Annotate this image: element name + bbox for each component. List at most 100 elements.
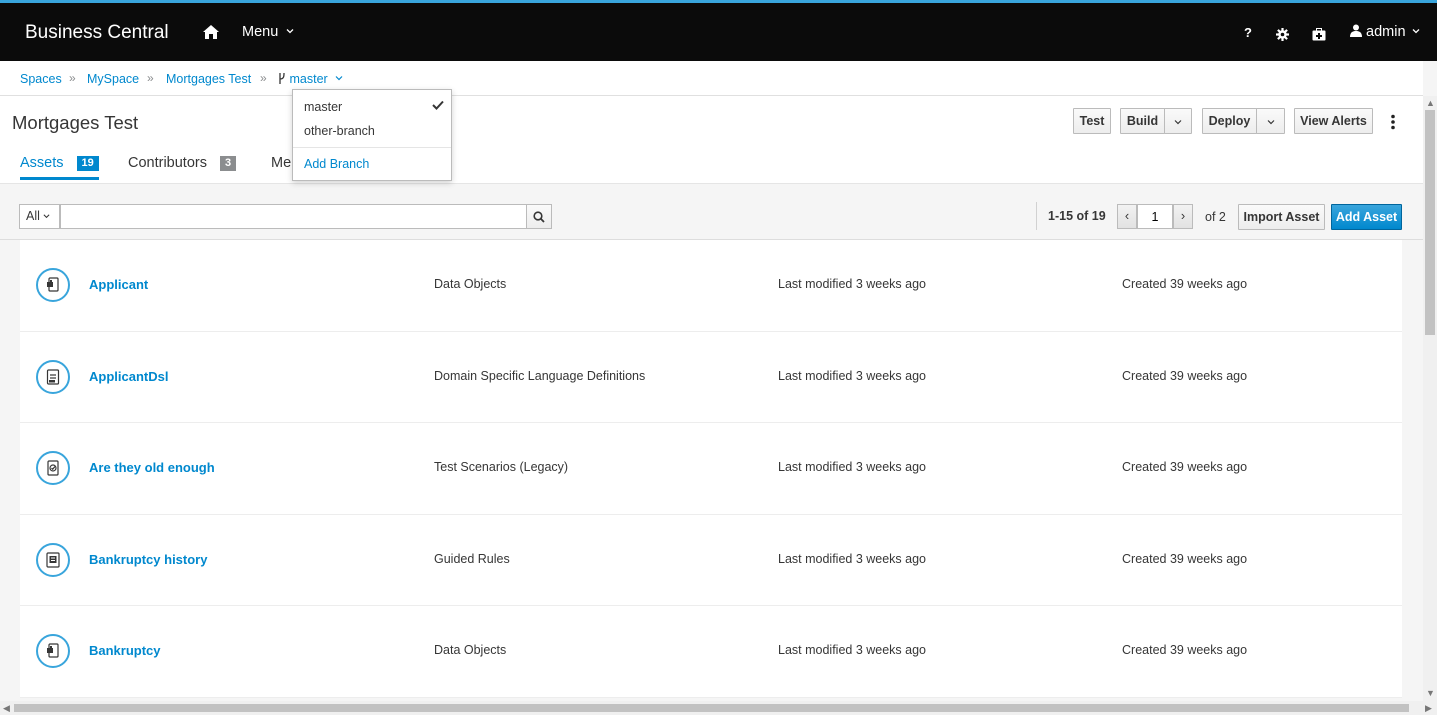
- tab-metrics[interactable]: Me: [271, 155, 291, 171]
- asset-modified: Last modified 3 weeks ago: [778, 277, 927, 291]
- asset-name-link[interactable]: Are they old enough: [89, 460, 215, 475]
- page-title: Mortgages Test: [12, 112, 139, 133]
- guided-rule-icon: [36, 542, 70, 577]
- data-object-icon: [36, 268, 70, 302]
- breadcrumb-spaces[interactable]: Spaces: [20, 72, 62, 86]
- dsl-icon: [36, 359, 70, 394]
- chevron-down-icon: [1412, 29, 1420, 34]
- asset-created: Created 39 weeks ago: [1122, 551, 1248, 566]
- view-alerts-button[interactable]: View Alerts: [1294, 108, 1373, 134]
- horizontal-scrollbar[interactable]: ◀ ▶: [0, 701, 1437, 715]
- breadcrumb-separator: »: [147, 71, 154, 85]
- main-menu-button[interactable]: Menu: [242, 24, 294, 40]
- asset-type-filter[interactable]: All: [19, 204, 60, 229]
- chevron-down-icon: [286, 29, 294, 34]
- brand-title[interactable]: Business Central: [25, 22, 169, 44]
- data-object-icon: [36, 634, 70, 668]
- asset-name-link[interactable]: Bankruptcy: [89, 643, 161, 658]
- pagination-info: 1-15 of 19: [1048, 209, 1106, 223]
- asset-created: Created 39 weeks ago: [1122, 643, 1248, 657]
- user-menu[interactable]: admin: [1350, 24, 1420, 40]
- contributors-count-badge: 3: [220, 156, 237, 171]
- filter-value: All: [26, 209, 40, 223]
- vertical-scrollbar[interactable]: ▲ ▼: [1423, 96, 1437, 703]
- user-name: admin: [1366, 24, 1406, 40]
- branch-selector[interactable]: master: [278, 72, 343, 86]
- help-icon[interactable]: ?: [1244, 25, 1252, 40]
- deploy-dropdown-button[interactable]: [1256, 108, 1285, 134]
- next-page-button[interactable]: ›: [1173, 204, 1193, 229]
- medkit-icon[interactable]: [1312, 28, 1326, 41]
- horizontal-scroll-thumb[interactable]: [14, 704, 1409, 712]
- gear-icon[interactable]: [1276, 28, 1289, 41]
- asset-list: Applicant Data Objects Last modified 3 w…: [20, 240, 1402, 698]
- chevron-down-icon: [1267, 120, 1274, 125]
- list-item[interactable]: Bankruptcy history Guided Rules Last mod…: [20, 514, 1402, 606]
- active-tab-indicator: [20, 177, 99, 180]
- asset-created: Created 39 weeks ago: [1122, 277, 1248, 291]
- branch-option-other-branch[interactable]: other-branch: [304, 124, 375, 138]
- breadcrumb-separator: »: [69, 71, 76, 85]
- list-item[interactable]: ApplicantDsl Domain Specific Language De…: [20, 331, 1402, 423]
- import-asset-button[interactable]: Import Asset: [1238, 204, 1325, 230]
- breadcrumb: Spaces » MySpace » Mortgages Test » mast…: [0, 61, 1423, 96]
- scroll-right-icon[interactable]: ▶: [1425, 703, 1432, 714]
- test-button[interactable]: Test: [1073, 108, 1111, 134]
- vertical-scroll-thumb[interactable]: [1425, 110, 1435, 335]
- asset-modified: Last modified 3 weeks ago: [778, 460, 927, 474]
- search-input[interactable]: [60, 204, 527, 229]
- main-menu-label: Menu: [242, 24, 279, 40]
- asset-type: Data Objects: [434, 643, 507, 657]
- asset-type: Test Scenarios (Legacy): [434, 460, 569, 474]
- toolbar-divider: [1036, 202, 1037, 230]
- branch-dropdown-menu: master other-branch Add Branch: [292, 89, 452, 181]
- list-item[interactable]: Applicant Data Objects Last modified 3 w…: [20, 240, 1402, 332]
- asset-created: Created 39 weeks ago: [1122, 368, 1248, 383]
- prev-page-button[interactable]: ‹: [1117, 204, 1137, 229]
- breadcrumb-myspace[interactable]: MySpace: [87, 72, 139, 86]
- scroll-up-icon[interactable]: ▲: [1426, 98, 1435, 108]
- assets-count-badge: 19: [76, 156, 99, 171]
- test-scenario-icon: [36, 451, 70, 485]
- tab-contributors[interactable]: Contributors 3: [128, 155, 237, 171]
- page-number-input[interactable]: [1137, 204, 1173, 229]
- asset-created: Created 39 weeks ago: [1122, 460, 1248, 474]
- breadcrumb-separator: »: [260, 71, 267, 85]
- chevron-down-icon: [1174, 120, 1182, 125]
- asset-modified: Last modified 3 weeks ago: [778, 643, 927, 657]
- list-item[interactable]: Are they old enough Test Scenarios (Lega…: [20, 423, 1402, 515]
- top-navbar: Business Central Menu ? admin: [0, 0, 1437, 61]
- list-item[interactable]: Bankruptcy Data Objects Last modified 3 …: [20, 606, 1402, 698]
- build-dropdown-button[interactable]: [1164, 108, 1192, 134]
- asset-toolbar: All 1-15 of 19 ‹ › of 2 Import Asset Add…: [0, 184, 1423, 240]
- scroll-down-icon[interactable]: ▼: [1426, 688, 1435, 698]
- asset-type: Domain Specific Language Definitions: [434, 368, 646, 383]
- branch-label: master: [289, 72, 328, 86]
- project-header: Mortgages Test Test Build Deploy View Al…: [0, 96, 1423, 184]
- check-icon: [432, 100, 444, 110]
- tab-assets[interactable]: Assets 19: [20, 155, 99, 171]
- chevron-down-icon: [43, 214, 50, 219]
- asset-name-link[interactable]: Applicant: [89, 277, 148, 292]
- user-icon: [1350, 24, 1362, 37]
- add-asset-button[interactable]: Add Asset: [1331, 204, 1402, 230]
- kebab-menu-icon[interactable]: [1388, 114, 1398, 130]
- search-icon: [533, 211, 545, 223]
- total-pages: of 2: [1205, 210, 1226, 224]
- dropdown-divider: [293, 147, 451, 148]
- deploy-button[interactable]: Deploy: [1202, 108, 1257, 134]
- asset-name-link[interactable]: Bankruptcy history: [89, 552, 207, 567]
- breadcrumb-project[interactable]: Mortgages Test: [166, 72, 251, 86]
- add-branch-link[interactable]: Add Branch: [304, 157, 369, 171]
- scroll-left-icon[interactable]: ◀: [3, 703, 10, 714]
- branch-option-master[interactable]: master: [304, 100, 342, 114]
- asset-type: Guided Rules: [434, 551, 510, 566]
- home-icon[interactable]: [203, 25, 219, 39]
- asset-name-link[interactable]: ApplicantDsl: [89, 369, 168, 384]
- tab-assets-label: Assets: [20, 155, 64, 171]
- search-button[interactable]: [526, 204, 552, 229]
- asset-modified: Last modified 3 weeks ago: [778, 368, 927, 383]
- tab-contributors-label: Contributors: [128, 155, 207, 171]
- asset-modified: Last modified 3 weeks ago: [778, 551, 927, 566]
- build-button[interactable]: Build: [1120, 108, 1165, 134]
